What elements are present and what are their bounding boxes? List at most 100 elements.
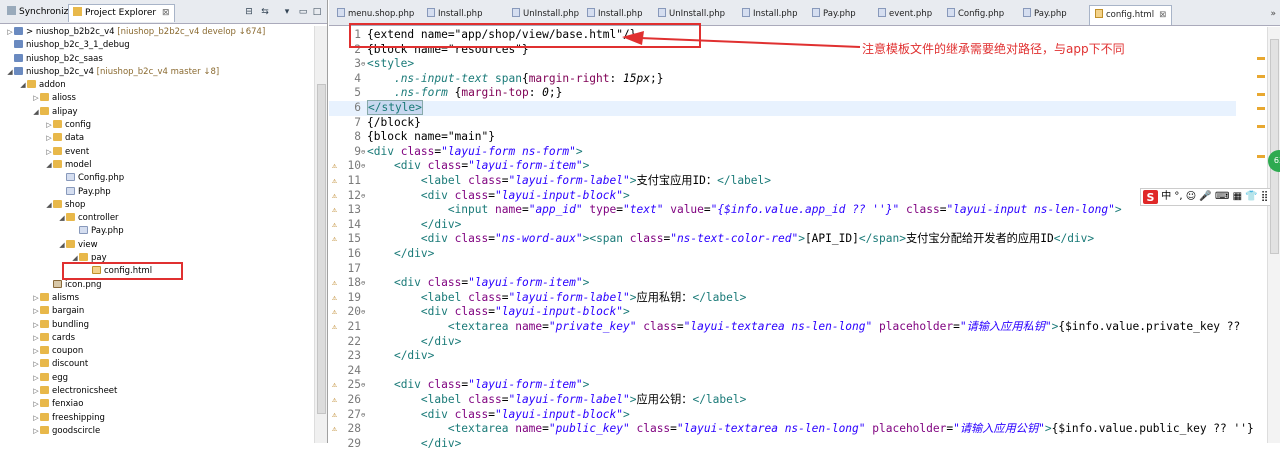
sogou-logo-icon[interactable]: S <box>1143 190 1158 204</box>
warning-icon[interactable]: ⚠ <box>330 395 339 404</box>
tab-overflow-icon[interactable]: » <box>1270 9 1276 19</box>
view-menu-icon[interactable]: ▾ <box>282 7 292 17</box>
tree-item[interactable]: niushop_b2c_3_1_debug <box>0 39 313 52</box>
tab-project-explorer[interactable]: Project Explorer ⊠ <box>68 4 175 22</box>
code-area[interactable]: 1 {extend name="app/shop/view/base.html"/… <box>329 27 1254 450</box>
warning-icon[interactable]: ⚠ <box>330 307 339 316</box>
collapsed-arrow-icon[interactable]: ▷ <box>32 358 40 371</box>
code-line[interactable]: ⚠ 25 ⊖ <div class="layui-form-item"> <box>329 378 1236 393</box>
tree-item[interactable]: ▷ alisms <box>0 292 313 305</box>
code-line[interactable]: 17 <box>329 262 1236 277</box>
editor-tab[interactable]: Pay.php <box>812 8 856 19</box>
tree-item[interactable]: ▷ event <box>0 146 313 159</box>
collapsed-arrow-icon[interactable]: ▷ <box>32 332 40 345</box>
code-line[interactable]: 16 </div> <box>329 247 1236 262</box>
tree-item[interactable]: ▷ bundling <box>0 319 313 332</box>
tree-item[interactable]: ▷ electronicsheet <box>0 385 313 398</box>
warning-icon[interactable]: ⚠ <box>330 380 339 389</box>
tree-scroll-thumb[interactable] <box>317 84 326 414</box>
tree-item[interactable]: ◢ controller <box>0 212 313 225</box>
code-line[interactable]: ⚠ 20 ⊖ <div class="layui-input-block"> <box>329 305 1236 320</box>
collapsed-arrow-icon[interactable]: ▷ <box>32 345 40 358</box>
tree-item[interactable]: ◢ niushop_b2c_v4 [niushop_b2c_v4 master ↓… <box>0 66 313 79</box>
tree-item[interactable]: ▷ freeshipping <box>0 412 313 425</box>
code-line[interactable]: ⚠ 26 <label class="layui-form-label">应用公钥… <box>329 393 1236 408</box>
expanded-arrow-icon[interactable]: ◢ <box>6 66 14 79</box>
collapsed-arrow-icon[interactable]: ▷ <box>45 119 53 132</box>
tree-item[interactable]: Config.php <box>0 172 313 185</box>
ruler-warning-mark[interactable] <box>1257 57 1265 60</box>
tree-item[interactable]: ▷ config <box>0 119 313 132</box>
collapsed-arrow-icon[interactable]: ▷ <box>6 26 14 39</box>
collapsed-arrow-icon[interactable]: ▷ <box>45 146 53 159</box>
code-line[interactable]: ⚠ 27 ⊖ <div class="layui-input-block"> <box>329 408 1236 423</box>
editor-tab[interactable]: menu.shop.php <box>337 8 414 19</box>
collapse-all-icon[interactable]: ⊟ <box>244 7 254 17</box>
tab-synchronize[interactable]: Synchronize <box>3 4 78 22</box>
ruler-warning-mark[interactable] <box>1257 75 1265 78</box>
editor-tab[interactable]: Pay.php <box>1023 8 1067 19</box>
warning-icon[interactable]: ⚠ <box>330 424 339 433</box>
ruler-warning-mark[interactable] <box>1257 155 1265 158</box>
collapsed-arrow-icon[interactable]: ▷ <box>32 398 40 411</box>
code-line[interactable]: ⚠ 18 ⊖ <div class="layui-form-item"> <box>329 276 1236 291</box>
tree-item[interactable]: ▷ bargain <box>0 305 313 318</box>
warning-icon[interactable]: ⚠ <box>330 322 339 331</box>
collapsed-arrow-icon[interactable]: ▷ <box>32 305 40 318</box>
tree-item[interactable]: niushop_b2c_saas <box>0 53 313 66</box>
warning-icon[interactable]: ⚠ <box>330 205 339 214</box>
code-line[interactable]: ⚠ 13 <input name="app_id" type="text" val… <box>329 203 1236 218</box>
tree-item[interactable]: ◢ shop <box>0 199 313 212</box>
code-line[interactable]: ⚠ 14 </div> <box>329 218 1236 233</box>
tree-item[interactable]: Pay.php <box>0 186 313 199</box>
editor-scrollbar[interactable] <box>1267 27 1280 443</box>
code-line[interactable]: 3 ⊖ <style> <box>329 57 1236 72</box>
code-line[interactable]: ⚠ 11 <label class="layui-form-label">支付宝应… <box>329 174 1236 189</box>
editor-tab[interactable]: config.html ⊠ <box>1089 5 1173 25</box>
collapsed-arrow-icon[interactable]: ▷ <box>32 92 40 105</box>
editor-tab[interactable]: UnInstall.php <box>512 8 579 19</box>
warning-icon[interactable]: ⚠ <box>330 410 339 419</box>
editor-tab[interactable]: UnInstall.php <box>658 8 725 19</box>
warning-icon[interactable]: ⚠ <box>330 234 339 243</box>
tree-item[interactable]: ▷ alioss <box>0 92 313 105</box>
code-line[interactable]: 22 </div> <box>329 335 1236 350</box>
collapsed-arrow-icon[interactable]: ▷ <box>32 425 40 438</box>
maximize-icon[interactable]: □ <box>312 7 322 17</box>
code-line[interactable]: 5 .ns-form {margin-top: 0;} <box>329 86 1236 101</box>
code-line[interactable]: ⚠ 15 <div class="ns-word-aux"><span class… <box>329 232 1236 247</box>
ruler-warning-mark[interactable] <box>1257 107 1265 110</box>
code-line[interactable]: ⚠ 19 <label class="layui-form-label">应用私钥… <box>329 291 1236 306</box>
minimize-icon[interactable]: ▭ <box>298 7 308 17</box>
editor-tab[interactable]: Install.php <box>742 8 797 19</box>
code-line[interactable]: 29 </div> <box>329 437 1236 451</box>
editor-tab[interactable]: event.php <box>878 8 932 19</box>
warning-icon[interactable]: ⚠ <box>330 176 339 185</box>
expanded-arrow-icon[interactable]: ◢ <box>58 212 66 225</box>
code-line[interactable]: 4 .ns-input-text span{margin-right: 15px… <box>329 72 1236 87</box>
tree-item[interactable]: icon.png <box>0 279 313 292</box>
editor-tab[interactable]: Config.php <box>947 8 1004 19</box>
code-line[interactable]: ⚠ 10 ⊖ <div class="layui-form-item"> <box>329 159 1236 174</box>
expanded-arrow-icon[interactable]: ◢ <box>58 239 66 252</box>
collapsed-arrow-icon[interactable]: ▷ <box>32 385 40 398</box>
collapsed-arrow-icon[interactable]: ▷ <box>32 412 40 425</box>
code-line[interactable]: 24 <box>329 364 1236 379</box>
collapsed-arrow-icon[interactable]: ▷ <box>32 372 40 385</box>
code-line[interactable]: 9 ⊖ <div class="layui-form ns-form"> <box>329 145 1236 160</box>
expanded-arrow-icon[interactable]: ◢ <box>45 159 53 172</box>
tree-item[interactable]: Pay.php <box>0 225 313 238</box>
code-line[interactable]: ⚠ 21 <textarea name="private_key" class="… <box>329 320 1240 335</box>
tree-item[interactable]: ◢ model <box>0 159 313 172</box>
ime-toolbar[interactable]: S 中 °, ☺ 🎤 ⌨ ▦ 👕 ⣿ <box>1140 188 1272 206</box>
warning-icon[interactable]: ⚠ <box>330 278 339 287</box>
collapsed-arrow-icon[interactable]: ▷ <box>45 132 53 145</box>
warning-icon[interactable]: ⚠ <box>330 191 339 200</box>
code-line[interactable]: 23 </div> <box>329 349 1236 364</box>
expanded-arrow-icon[interactable]: ◢ <box>32 106 40 119</box>
tree-item[interactable]: ▷ cards <box>0 332 313 345</box>
tree-item[interactable]: ◢ addon <box>0 79 313 92</box>
code-line[interactable]: 6 </style> <box>329 100 1236 116</box>
close-icon[interactable]: ⊠ <box>1159 10 1166 20</box>
tree-item[interactable]: ▷ fenxiao <box>0 398 313 411</box>
